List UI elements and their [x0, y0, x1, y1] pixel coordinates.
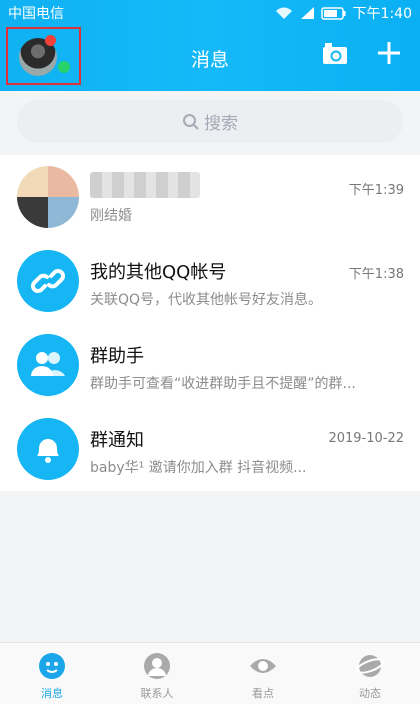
eye-icon	[250, 659, 276, 673]
status-time: 下午1:40	[352, 6, 412, 22]
search-input[interactable]: 搜索	[17, 100, 403, 143]
add-button[interactable]	[376, 40, 402, 66]
bottom-nav: 消息 联系人 看点 动态	[0, 642, 420, 704]
carrier-label: 中国电信	[8, 6, 64, 22]
conversation-row[interactable]: 刚结婚 下午1:39	[0, 155, 420, 239]
conversation-time: 2019-10-22	[328, 431, 404, 446]
conversation-time: 下午1:38	[348, 267, 404, 282]
people-icon	[31, 352, 65, 376]
group-helper-avatar	[17, 334, 79, 396]
bell-icon	[37, 439, 59, 463]
conversation-list: 刚结婚 下午1:39 我的其他QQ帐号 关联QQ号，代收其他帐号好友消息。 下午…	[0, 155, 420, 491]
tab-label: 消息	[41, 687, 63, 700]
conversation-name: 群通知	[90, 430, 144, 451]
conversation-row[interactable]: 群通知 baby华¹ 邀请你加入群 抖音视频... 2019-10-22	[0, 407, 420, 491]
group-avatar	[17, 166, 79, 228]
conversation-subtitle: 刚结婚	[90, 208, 132, 224]
tab-label: 联系人	[140, 687, 174, 700]
tab-label: 看点	[252, 687, 274, 700]
group-notice-avatar	[17, 418, 79, 480]
page-title: 消息	[190, 49, 229, 71]
planet-icon	[355, 655, 385, 677]
tab-messages[interactable]: 消息	[17, 651, 87, 701]
tab-dynamic[interactable]: 动态	[335, 651, 405, 701]
camera-button[interactable]	[322, 42, 348, 66]
conversation-time: 下午1:39	[348, 183, 404, 198]
conversation-name: 群助手	[90, 346, 144, 367]
contacts-icon	[144, 653, 170, 679]
signal-icon	[299, 6, 315, 20]
tab-kandian[interactable]: 看点	[228, 651, 298, 701]
status-indicators: 下午1:40	[275, 3, 412, 23]
search-icon	[183, 113, 199, 130]
link-avatar	[17, 250, 79, 312]
tab-label: 动态	[359, 687, 381, 700]
conversation-row[interactable]: 群助手 群助手可查看“收进群助手且不提醒”的群...	[0, 323, 420, 407]
search-placeholder: 搜索	[204, 114, 238, 134]
camera-icon	[323, 43, 347, 64]
conversation-name-blurred	[90, 172, 200, 198]
plus-icon	[378, 42, 400, 64]
conversation-subtitle: 关联QQ号，代收其他帐号好友消息。	[90, 292, 323, 308]
status-bar: 中国电信 下午1:40	[0, 0, 420, 24]
conversation-subtitle: baby华¹ 邀请你加入群 抖音视频...	[90, 460, 307, 476]
conversation-subtitle: 群助手可查看“收进群助手且不提醒”的群...	[90, 376, 356, 392]
battery-icon	[320, 6, 347, 20]
tab-contacts[interactable]: 联系人	[122, 651, 192, 701]
link-icon	[31, 269, 65, 293]
top-header: 中国电信 下午1:40 消息	[0, 0, 420, 91]
conversation-row[interactable]: 我的其他QQ帐号 关联QQ号，代收其他帐号好友消息。 下午1:38	[0, 239, 420, 323]
message-icon	[39, 653, 65, 679]
conversation-name: 我的其他QQ帐号	[90, 262, 227, 283]
wifi-icon	[275, 6, 293, 20]
